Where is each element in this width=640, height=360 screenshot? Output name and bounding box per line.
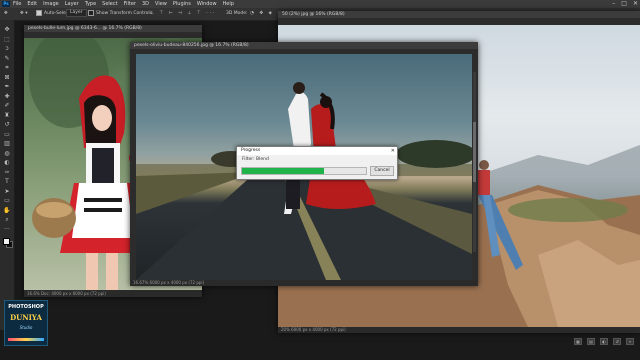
healing-brush-icon[interactable]: ✚ xyxy=(3,93,11,100)
menu-filter[interactable]: Filter xyxy=(124,0,136,8)
minimize-icon[interactable]: – xyxy=(612,0,615,8)
logo-stripe xyxy=(8,338,44,341)
auto-select-dropdown[interactable]: Layer ▾ xyxy=(66,8,90,20)
move-tool-icon[interactable]: ✥ xyxy=(3,26,11,33)
logo-text-top: PHOTOSHOP xyxy=(8,304,44,310)
align-icons[interactable]: ⊥ ⊤ ⊢ ⊣ ⊥ ⊤ ··· xyxy=(150,8,216,20)
move-tool-icon[interactable]: ✥ xyxy=(4,8,8,20)
document-tab-title[interactable]: 50 (2%) jpg @ 16% (RGB/8) xyxy=(278,11,640,18)
document-status-bar: 16.6% Doc: 4000 px x 6000 px (72 ppi) xyxy=(24,291,202,297)
stamp-tool-icon[interactable]: ♜ xyxy=(3,112,11,119)
status-icons: ▦ ▤ ◐ ↺ » xyxy=(574,338,634,345)
close-icon[interactable]: ✕ xyxy=(391,147,395,155)
more-tools-icon[interactable]: ··· xyxy=(3,226,11,233)
auto-select-checkbox[interactable] xyxy=(36,9,42,16)
progress-message: Filter: Blend xyxy=(242,157,269,162)
show-transform-checkbox[interactable] xyxy=(88,9,94,16)
menu-view[interactable]: View xyxy=(155,0,167,8)
close-icon[interactable]: ✕ xyxy=(633,0,638,8)
progress-bar xyxy=(241,167,367,175)
history-icon[interactable]: ↺ xyxy=(613,338,621,345)
show-transform-label: Show Transform Controls xyxy=(96,11,152,16)
menu-window[interactable]: Window xyxy=(197,0,217,8)
history-brush-icon[interactable]: ↺ xyxy=(3,121,11,128)
hand-tool-icon[interactable]: ✋ xyxy=(3,207,11,214)
menu-image[interactable]: Image xyxy=(43,0,59,8)
menu-file[interactable]: File xyxy=(13,0,21,8)
blur-tool-icon[interactable]: ◍ xyxy=(3,150,11,157)
3d-mode-label: 3D Mode: xyxy=(226,11,248,16)
dodge-tool-icon[interactable]: ◐ xyxy=(3,159,11,166)
quick-select-icon[interactable]: ✎ xyxy=(3,55,11,62)
menu-type[interactable]: Type xyxy=(85,0,96,8)
vertical-scrollbar[interactable] xyxy=(473,72,476,252)
progress-dialog-title: Progress xyxy=(237,147,397,155)
eraser-tool-icon[interactable]: ▭ xyxy=(3,131,11,138)
shape-tool-icon[interactable]: ▭ xyxy=(3,197,11,204)
gradient-tool-icon[interactable]: ▥ xyxy=(3,140,11,147)
menu-3d[interactable]: 3D xyxy=(142,0,149,8)
document-status-bar: 16.67% 6000 px x 4000 px (72 ppi) xyxy=(130,280,478,286)
layers-icon[interactable]: ▤ xyxy=(587,338,595,345)
progress-dialog: Progress ✕ Filter: Blend Cancel xyxy=(236,146,398,180)
grid-icon[interactable]: ▦ xyxy=(574,338,582,345)
maximize-icon[interactable]: □ xyxy=(621,0,627,8)
window-controls: – □ ✕ xyxy=(612,0,638,8)
crop-tool-icon[interactable]: ⌗ xyxy=(3,64,11,71)
document-tab-title[interactable]: pexels-oliviu-budeau-840256.jpg @ 16.7% … xyxy=(130,42,478,49)
tools-panel: ✥ ⬚ ↄ ✎ ⌗ ⊠ ✒ ✚ ✐ ♜ ↺ ▭ ▥ ◍ ◐ ✑ T ➤ ▭ ✋ ⌕ ··· xyxy=(0,20,15,330)
frame-tool-icon[interactable]: ⊠ xyxy=(3,74,11,81)
show-transform-option[interactable]: Show Transform Controls xyxy=(88,8,152,20)
expand-icon[interactable]: » xyxy=(626,338,634,345)
brush-tool-icon[interactable]: ✐ xyxy=(3,102,11,109)
scrollbar-thumb[interactable] xyxy=(473,122,476,182)
progress-bar-fill xyxy=(242,168,324,174)
lasso-tool-icon[interactable]: ↄ xyxy=(3,45,11,52)
document-status-bar: 20% 6000 px x 4000 px (72 ppi) xyxy=(278,327,640,333)
menu-plugins[interactable]: Plugins xyxy=(173,0,191,8)
photoshop-logo-icon[interactable]: Ps xyxy=(2,1,10,7)
logo-text-sub: Studio xyxy=(19,325,33,330)
menu-list: File Edit Image Layer Type Select Filter 3D View… xyxy=(13,0,234,8)
logo-text-main: DUNIYA xyxy=(10,313,42,322)
zoom-tool-icon[interactable]: ⌕ xyxy=(3,216,11,223)
marquee-tool-icon[interactable]: ⬚ xyxy=(3,36,11,43)
menu-select[interactable]: Select xyxy=(102,0,117,8)
menu-bar: Ps File Edit Image Layer Type Select Filter 3D V… xyxy=(0,0,640,8)
document-tab-title[interactable]: pexels-bulle-lum.jpg @ 6343-6... @ 16.7%… xyxy=(24,25,202,32)
foreground-color-swatch[interactable] xyxy=(3,238,10,245)
menu-edit[interactable]: Edit xyxy=(27,0,37,8)
path-select-icon[interactable]: ➤ xyxy=(3,188,11,195)
menu-help[interactable]: Help xyxy=(223,0,234,8)
channel-logo: PHOTOSHOP DUNIYA Studio xyxy=(4,300,48,346)
type-tool-icon[interactable]: T xyxy=(3,178,11,185)
adjust-icon[interactable]: ◐ xyxy=(600,338,608,345)
menu-layer[interactable]: Layer xyxy=(65,0,79,8)
cancel-button[interactable]: Cancel xyxy=(370,166,394,176)
move-tool-options[interactable]: ✥ ▾ xyxy=(20,8,27,20)
pen-tool-icon[interactable]: ✑ xyxy=(3,169,11,176)
eyedropper-icon[interactable]: ✒ xyxy=(3,83,11,90)
